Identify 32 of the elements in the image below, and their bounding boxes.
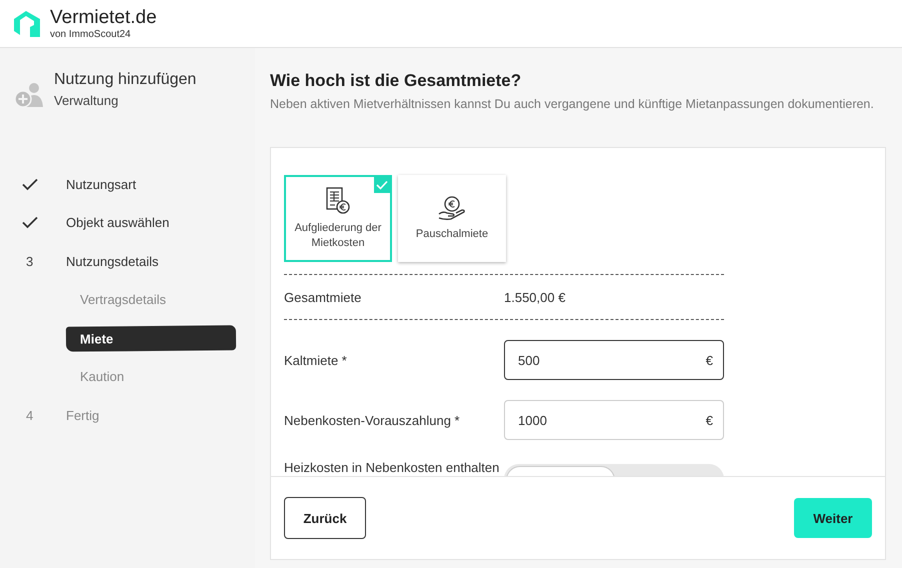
substep-item[interactable]: Miete xyxy=(66,325,236,352)
brand-tagline: von ImmoScout24 xyxy=(50,29,132,40)
field-label: Kaltmiete * xyxy=(284,352,348,368)
checkmark-icon xyxy=(374,177,390,193)
currency-unit: € xyxy=(706,352,713,368)
step-item[interactable]: Nutzungsdetails xyxy=(66,254,158,269)
next-button[interactable]: Weiter xyxy=(794,498,872,538)
option-tile[interactable]: Pauschalmiete xyxy=(398,175,506,262)
field-label: Nebenkosten-Vorauszahlung * xyxy=(284,412,461,428)
field-label: Heizkosten in Nebenkosten enthalten xyxy=(284,460,500,475)
total-label: Gesamtmiete xyxy=(284,290,362,304)
back-button[interactable]: Zurück xyxy=(284,497,366,539)
sidebar-subtitle: Verwaltung xyxy=(54,93,120,108)
step-number: 3 xyxy=(25,254,34,269)
sidebar-title: Nutzung hinzufügen xyxy=(54,71,196,89)
invoice-coin-icon xyxy=(325,186,351,214)
total-value: 1.550,00 € xyxy=(504,290,566,304)
page-description: Neben aktiven Mietverhältnissen kannst Du auch vergangene und künftige Mietanpassungen dokumentieren. xyxy=(270,97,875,111)
step-number: 4 xyxy=(25,408,34,423)
hand-coin-icon xyxy=(437,195,467,221)
field-value: 500 xyxy=(518,352,540,368)
page-heading: Wie hoch ist die Gesamtmiete? xyxy=(270,71,522,91)
field-value: 1000 xyxy=(518,412,547,428)
brand-name: Vermietet.de xyxy=(50,7,157,29)
amount-field[interactable]: 1000 € xyxy=(504,400,724,440)
step-item[interactable]: Objekt auswählen xyxy=(66,215,170,230)
option-tile[interactable]: Aufgliederung der Mietkosten xyxy=(284,175,392,262)
step-item[interactable]: Nutzungsart xyxy=(66,176,136,192)
currency-unit: € xyxy=(706,412,713,428)
add-person-icon xyxy=(14,81,46,109)
house-logo-icon xyxy=(12,8,42,38)
amount-field[interactable]: 500 € xyxy=(504,340,724,380)
